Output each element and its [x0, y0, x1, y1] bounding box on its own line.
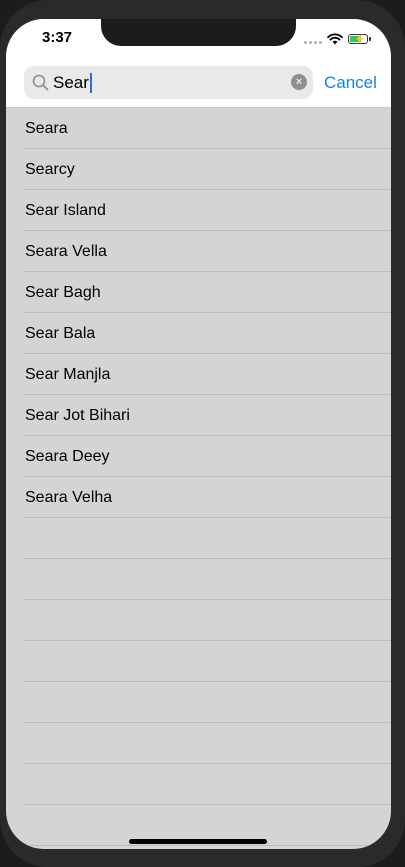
cellular-signal-icon [304, 34, 322, 44]
list-item[interactable]: Seara Deey [6, 436, 391, 477]
empty-row [6, 518, 391, 559]
list-item-label: Seara Vella [25, 243, 107, 260]
empty-row [6, 600, 391, 641]
search-results-list: Seara Searcy Sear Island Seara Vella Sear Ba… [6, 108, 391, 846]
empty-row [6, 559, 391, 600]
empty-row [6, 723, 391, 764]
list-item-label: Seara Velha [25, 489, 113, 506]
search-query-text: Sear [53, 73, 92, 93]
search-header: 3:37 ⚡ Sear × Cancel [6, 19, 391, 108]
list-item[interactable]: Sear Manjla [6, 354, 391, 395]
magnifying-glass-icon [32, 74, 49, 91]
status-indicators: ⚡ [304, 32, 371, 46]
phone-screen: 3:37 ⚡ Sear × Cancel Seara Searcy Sear I… [6, 19, 391, 849]
list-item-label: Sear Bagh [25, 284, 101, 301]
list-item-label: Seara Deey [25, 448, 110, 465]
list-item[interactable]: Seara Vella [6, 231, 391, 272]
notch [101, 19, 296, 46]
list-item[interactable]: Sear Jot Bihari [6, 395, 391, 436]
list-item[interactable]: Seara Velha [6, 477, 391, 518]
battery-charging-icon: ⚡ [348, 34, 368, 44]
row-separator [24, 845, 391, 846]
list-item-label: Sear Bala [25, 325, 96, 342]
list-item-label: Sear Manjla [25, 366, 111, 383]
cancel-button[interactable]: Cancel [324, 73, 377, 93]
empty-row [6, 764, 391, 805]
empty-row [6, 641, 391, 682]
battery-tip [369, 37, 371, 41]
list-item-label: Seara [25, 120, 68, 137]
text-caret [89, 73, 92, 93]
clear-circle-icon[interactable]: × [291, 74, 307, 90]
list-item-label: Searcy [25, 161, 75, 178]
list-item[interactable]: Sear Bala [6, 313, 391, 354]
list-item-label: Sear Jot Bihari [25, 407, 130, 424]
list-item-label: Sear Island [25, 202, 106, 219]
search-query: Sear [53, 73, 89, 92]
status-time: 3:37 [42, 29, 73, 46]
list-item[interactable]: Sear Island [6, 190, 391, 231]
list-item[interactable]: Sear Bagh [6, 272, 391, 313]
empty-row [6, 682, 391, 723]
list-item[interactable]: Seara [6, 108, 391, 149]
search-input[interactable]: Sear × [24, 66, 313, 99]
wifi-icon [327, 33, 343, 45]
list-item[interactable]: Searcy [6, 149, 391, 190]
home-indicator[interactable] [129, 839, 267, 844]
